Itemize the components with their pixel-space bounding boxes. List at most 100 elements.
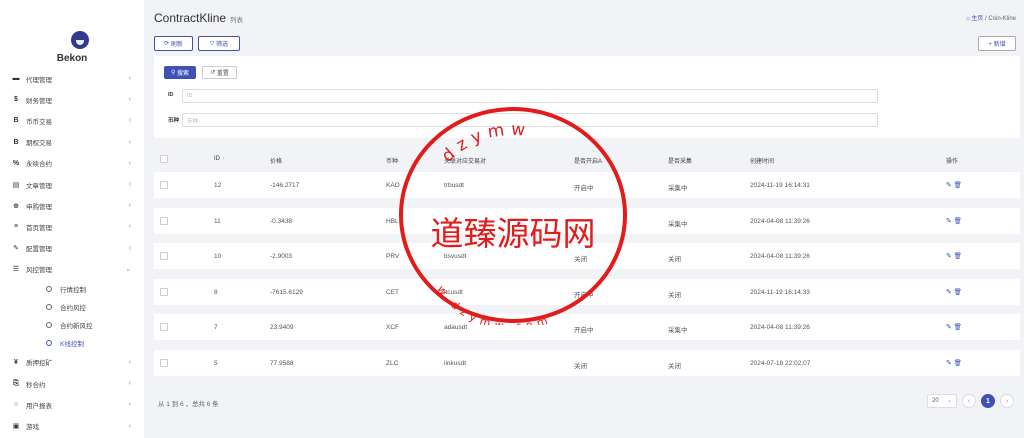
cell-collect: 关闭	[668, 362, 681, 370]
refresh-button[interactable]: ⟳ 刷新	[154, 36, 193, 51]
chevron-left-icon: ‹	[128, 96, 131, 104]
row-checkbox[interactable]	[160, 216, 168, 225]
bitcoin-icon: B	[13, 138, 19, 146]
main-content: ContractKline 列表 ⌂ 主页 / Coin-Kline ⟳ 刷新 ▽…	[144, 0, 1024, 438]
sidebar-subitem[interactable]: 行情控制	[0, 280, 144, 298]
cell-collect: 采集中	[668, 185, 688, 192]
delete-icon[interactable]: 🗑	[952, 324, 962, 331]
sidebar-subitem[interactable]: 合约风控	[0, 298, 144, 316]
bitcoin-icon: B	[13, 117, 19, 125]
chevron-left-icon: ‹	[128, 401, 131, 409]
table-row: 11 -0.3438 HBL 采集中 2024-04-08 11:39:26 ✎ 🗑	[154, 207, 1020, 234]
sidebar-item-link[interactable]: % 永续合约 ‹	[0, 153, 144, 174]
delete-icon[interactable]: 🗑	[952, 289, 962, 296]
circle-icon	[46, 303, 52, 310]
search-button[interactable]: ⚲ 搜索	[164, 66, 196, 79]
cell-time: 2024-11-19 16:14:31	[750, 182, 810, 189]
circle-icon	[46, 321, 52, 328]
header-id[interactable]: ID ↑	[214, 156, 225, 162]
chevron-left-icon: ‹	[128, 244, 131, 252]
sidebar-item-label: 期权交易	[26, 140, 52, 148]
sidebar-item-bitcoin[interactable]: B 币币交易 ‹	[0, 110, 144, 131]
logo-icon	[71, 31, 89, 49]
sidebar-item-report[interactable]: ○ 用户报表 ‹	[0, 394, 144, 415]
cell-coin: CET	[386, 288, 399, 296]
cell-price: 77.9588	[270, 359, 294, 367]
pagination-summary: 从 1 到 6 ，总共 6 条	[158, 401, 219, 408]
game-icon: ▣	[12, 423, 20, 431]
add-button[interactable]: + 新增	[978, 36, 1016, 51]
chevron-left-icon: ‹	[128, 138, 131, 146]
sidebar-item-wrench[interactable]: ✎ 配置管理 ‹	[0, 238, 144, 259]
sidebar-item-bitcoin[interactable]: B 期权交易 ‹	[0, 132, 144, 153]
cell-time: 2024-07-18 22:02:07	[750, 359, 811, 367]
cell-price: -0.3438	[270, 217, 293, 225]
coin-label: 币种	[168, 118, 180, 124]
page-title: ContractKline 列表	[154, 11, 244, 25]
reset-button[interactable]: ↺ 重置	[202, 66, 237, 79]
sidebar-item-label: 配置管理	[26, 246, 52, 254]
sidebar-item-yen[interactable]: ¥ 质押挖矿 ‹	[0, 352, 144, 373]
sidebar-item-copy[interactable]: ⎘ 秒合约 ‹	[0, 373, 144, 394]
delete-icon[interactable]: 🗑	[952, 360, 962, 367]
header-price: 价格	[270, 159, 283, 165]
header-coin: 币种	[386, 159, 399, 165]
copy-icon: ⎘	[13, 379, 19, 387]
delete-icon[interactable]: 🗑	[952, 253, 962, 260]
sidebar-item-label: 代理管理	[26, 76, 52, 84]
cell-price: -7615.6129	[270, 288, 303, 296]
sidebar-item-game[interactable]: ▣ 游戏 ‹	[0, 415, 144, 436]
breadcrumb-home[interactable]: ⌂ 主页	[966, 16, 983, 22]
agent-icon: ▬	[12, 75, 20, 83]
row-checkbox[interactable]	[160, 287, 168, 296]
table-row: 8 -7615.6129 CET ltcusdt 开启中 关闭 2024-11-19 16:…	[154, 278, 1020, 305]
header-time: 创建时间	[750, 159, 775, 165]
breadcrumb-current: Coin-Kline	[988, 16, 1016, 22]
next-page-button[interactable]: ›	[1000, 394, 1014, 408]
row-actions: ✎ 🗑	[946, 217, 962, 225]
cell-id: 5	[214, 359, 218, 367]
cell-time: 2024-04-08 11:39:26	[750, 253, 810, 260]
circle-icon	[46, 285, 52, 292]
filter-button[interactable]: ▽ 筛选	[198, 36, 240, 51]
delete-icon[interactable]: 🗑	[952, 182, 962, 189]
refresh-icon: ⟳	[164, 41, 171, 47]
cell-id: 8	[214, 288, 218, 296]
cell-pair: ltcusdt	[444, 288, 463, 296]
sidebar-item-agent[interactable]: ▬ 代理管理 ‹	[0, 68, 144, 89]
sidebar-subitem[interactable]: 合约新风控	[0, 316, 144, 334]
row-checkbox[interactable]	[160, 181, 168, 189]
delete-icon[interactable]: 🗑	[952, 218, 962, 225]
risk-icon: ☰	[12, 266, 20, 274]
select-all-checkbox[interactable]	[160, 155, 168, 163]
sidebar-item-dollar[interactable]: $ 财务管理 ‹	[0, 89, 144, 110]
row-checkbox[interactable]	[160, 323, 168, 331]
sort-icon: ↑	[221, 156, 225, 162]
cell-collect: 采集中	[668, 327, 688, 334]
header-open: 是否开启A	[574, 159, 603, 165]
id-input[interactable]: ID	[182, 89, 878, 103]
sidebar-item-risk[interactable]: ☰ 风控管理 ⌄	[0, 259, 144, 280]
sidebar-item-document[interactable]: ▤ 文章管理 ‹	[0, 174, 144, 195]
row-actions: ✎ 🗑	[946, 288, 962, 296]
row-checkbox[interactable]	[160, 252, 168, 260]
cell-price: -2.9003	[270, 253, 293, 260]
link-icon: %	[12, 159, 20, 167]
table-row: 5 77.9588 ZLC linkusdt 关闭 关闭 2024-07-18 22:02:…	[154, 349, 1020, 376]
sidebar-subitem[interactable]: K线控制	[0, 334, 144, 352]
sidebar-subitem-label: 合约风控	[60, 304, 86, 312]
cell-pair: trbusdt	[444, 182, 464, 189]
prev-page-button[interactable]: ‹	[962, 394, 976, 408]
sidebar-item-label: 质押挖矿	[26, 360, 52, 368]
coin-input[interactable]: 币种	[182, 113, 878, 127]
chevron-left-icon: ‹	[128, 75, 131, 83]
page-size-select[interactable]: 20 ⌄	[927, 394, 957, 408]
page-1-button[interactable]: 1	[981, 394, 995, 408]
sidebar-item-list[interactable]: ≡ 首页管理 ‹	[0, 216, 144, 237]
wrench-icon: ✎	[13, 245, 19, 253]
cell-coin: ZLC	[386, 359, 399, 367]
sidebar: Bekon ▬ 代理管理 ‹ $ 财务管理 ‹ B 币币交易 ‹ B 期权交易 ‹% 永续合约 ‹ ▤ 文章管…	[0, 0, 144, 438]
cell-coin: XCF	[386, 324, 399, 331]
sidebar-item-globe[interactable]: ⊕ 申购管理 ‹	[0, 195, 144, 216]
row-checkbox[interactable]	[160, 358, 168, 367]
